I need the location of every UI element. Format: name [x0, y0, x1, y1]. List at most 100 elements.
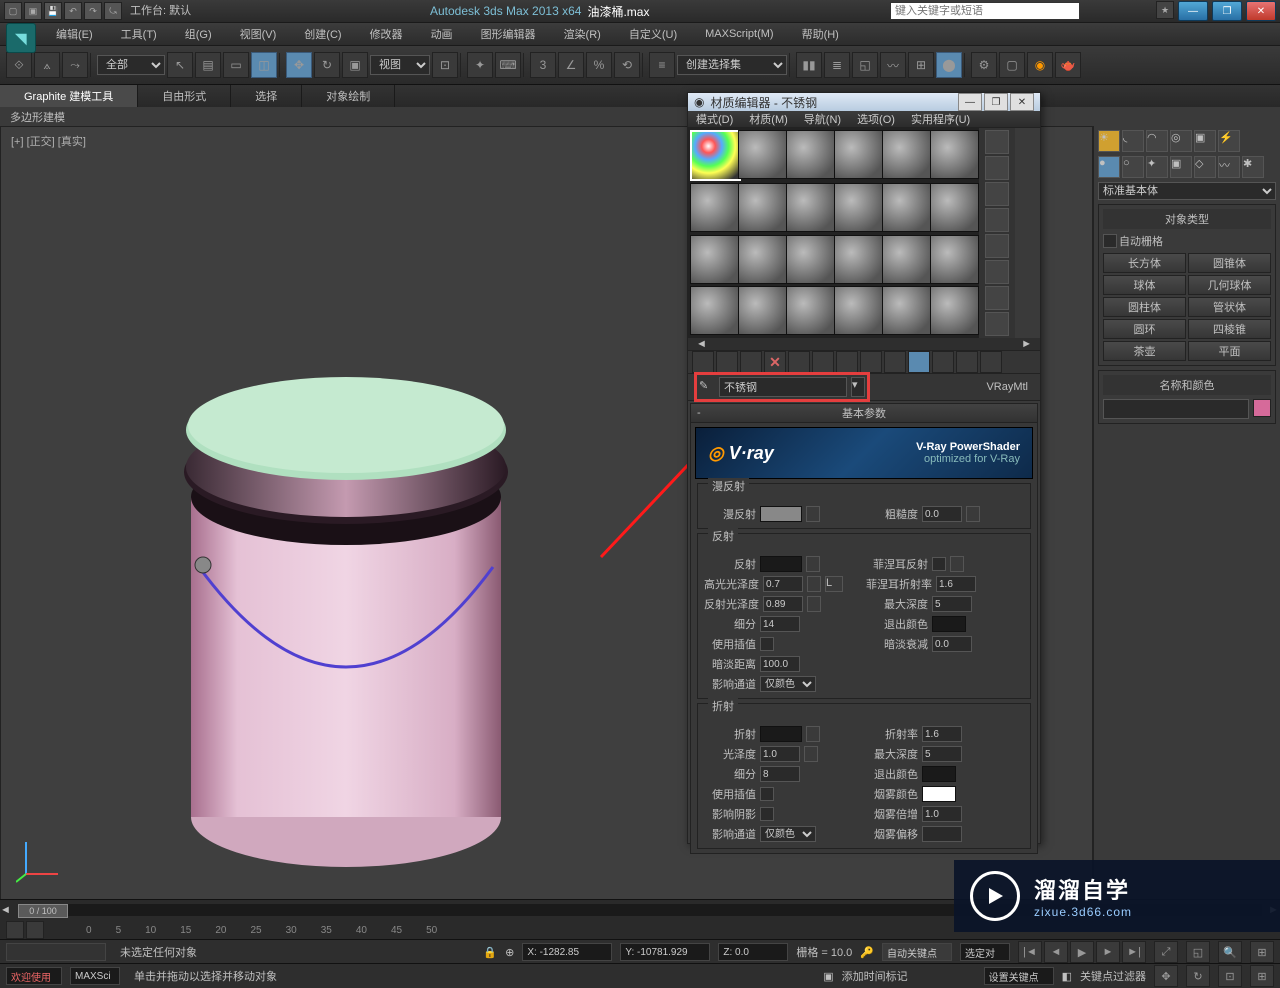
material-slot[interactable]: [690, 286, 739, 335]
link-icon[interactable]: ⤿: [104, 2, 122, 20]
dim-spinner[interactable]: 100.0: [760, 656, 800, 672]
refl-interp-checkbox[interactable]: [760, 637, 774, 651]
material-slot[interactable]: [834, 183, 883, 232]
diffuse-swatch[interactable]: [760, 506, 802, 522]
reset-material-icon[interactable]: ✕: [764, 351, 786, 373]
material-slot[interactable]: [834, 286, 883, 335]
hierarchy-tab-icon[interactable]: ◠: [1146, 130, 1168, 152]
editnamedselset[interactable]: ≡: [649, 52, 675, 78]
coord-y[interactable]: Y: -10781.929: [620, 943, 710, 961]
coord-z[interactable]: Z: 0.0: [718, 943, 788, 961]
assign-material-icon[interactable]: [740, 351, 762, 373]
menu-tools[interactable]: 工具(T): [107, 26, 171, 42]
material-name-input[interactable]: [719, 377, 847, 397]
diffuse-map-button[interactable]: [806, 506, 820, 522]
prev-frame[interactable]: ◄: [1044, 941, 1068, 963]
snap-spinner[interactable]: ⟲: [614, 52, 640, 78]
spacewarps-icon[interactable]: 〰: [1218, 156, 1240, 178]
slot-nav-next[interactable]: ►: [1021, 338, 1032, 350]
make-copy-icon[interactable]: [788, 351, 810, 373]
dimfalloff-spinner[interactable]: 0.0: [932, 636, 972, 652]
bind-tool[interactable]: ⤳: [62, 52, 88, 78]
cone-button[interactable]: 圆锥体: [1188, 253, 1271, 273]
fogbias-spinner[interactable]: [922, 826, 962, 842]
render-frame[interactable]: ▢: [999, 52, 1025, 78]
material-slot[interactable]: [930, 130, 979, 179]
material-slot[interactable]: [738, 286, 787, 335]
menu-edit[interactable]: 编辑(E): [42, 26, 107, 42]
refract-swatch[interactable]: [760, 726, 802, 742]
menu-maxscript[interactable]: MAXScript(M): [691, 28, 787, 40]
go-forward-icon[interactable]: [956, 351, 978, 373]
teapot-icon[interactable]: 🫖: [1055, 52, 1081, 78]
refr-interp-checkbox[interactable]: [760, 787, 774, 801]
teapot-button[interactable]: 茶壶: [1103, 341, 1186, 361]
material-slot[interactable]: [882, 235, 931, 284]
go-parent-icon[interactable]: [932, 351, 954, 373]
material-slot[interactable]: [786, 235, 835, 284]
render-setup[interactable]: ⚙: [971, 52, 997, 78]
keyboard-shortcut[interactable]: ⌨: [495, 52, 521, 78]
viewport-nav-2[interactable]: ◱: [1186, 941, 1210, 963]
menu-create[interactable]: 创建(C): [290, 26, 355, 42]
cylinder-button[interactable]: 圆柱体: [1103, 297, 1186, 317]
material-slot[interactable]: [690, 235, 739, 284]
reflect-swatch[interactable]: [760, 556, 802, 572]
material-editor-button[interactable]: ⬤: [936, 52, 962, 78]
ref-coord[interactable]: 视图: [370, 55, 430, 75]
lights-icon[interactable]: ✦: [1146, 156, 1168, 178]
window-crossing[interactable]: ◫: [251, 52, 277, 78]
snap-angle[interactable]: ∠: [558, 52, 584, 78]
open-icon[interactable]: ▣: [24, 2, 42, 20]
shapes-icon[interactable]: ○: [1122, 156, 1144, 178]
sample-type-icon[interactable]: [985, 130, 1009, 154]
undo-icon[interactable]: ↶: [64, 2, 82, 20]
material-name-dropdown[interactable]: ▾: [851, 377, 865, 397]
refr-exit-swatch[interactable]: [922, 766, 956, 782]
material-slot[interactable]: [786, 183, 835, 232]
object-color-swatch[interactable]: [1253, 399, 1271, 417]
display-tab-icon[interactable]: ▣: [1194, 130, 1216, 152]
geometry-icon[interactable]: ●: [1098, 156, 1120, 178]
add-timemark[interactable]: 添加时间标记: [842, 968, 908, 984]
refr-affect-select[interactable]: 仅颜色: [760, 826, 816, 842]
fresnel-checkbox[interactable]: [932, 557, 946, 571]
tab-freeform[interactable]: 自由形式: [138, 85, 231, 107]
search-input[interactable]: [890, 2, 1080, 20]
mat-menu-modes[interactable]: 模式(D): [688, 111, 741, 127]
polymodel-label[interactable]: 多边形建模: [10, 109, 65, 125]
ior-spinner[interactable]: 1.6: [922, 726, 962, 742]
background-icon[interactable]: [985, 182, 1009, 206]
menu-rendering[interactable]: 渲染(R): [550, 26, 615, 42]
roughness-spinner[interactable]: 0.0: [922, 506, 962, 522]
get-material-icon[interactable]: [692, 351, 714, 373]
material-slot[interactable]: [882, 286, 931, 335]
reflgloss-spinner[interactable]: 0.89: [763, 596, 803, 612]
rotate-tool[interactable]: ↻: [314, 52, 340, 78]
select-object[interactable]: ↖: [167, 52, 193, 78]
maxscript-label[interactable]: MAXSci: [70, 967, 120, 985]
move-tool[interactable]: ✥: [286, 52, 312, 78]
mat-minimize[interactable]: —: [958, 93, 982, 111]
refl-exit-swatch[interactable]: [932, 616, 966, 632]
select-name[interactable]: ▤: [195, 52, 221, 78]
material-slot-1[interactable]: [690, 130, 741, 181]
material-slot[interactable]: [786, 286, 835, 335]
scale-tool[interactable]: ▣: [342, 52, 368, 78]
app-logo[interactable]: ◥: [6, 23, 36, 53]
tab-graphite[interactable]: Graphite 建模工具: [0, 85, 138, 107]
snap-3d[interactable]: 3: [530, 52, 556, 78]
eyedropper-icon[interactable]: ✎: [699, 379, 715, 395]
fog-swatch[interactable]: [922, 786, 956, 802]
menu-animation[interactable]: 动画: [417, 26, 467, 42]
select-region[interactable]: ▭: [223, 52, 249, 78]
refl-maxdepth-spinner[interactable]: 5: [932, 596, 972, 612]
show-end-result-icon[interactable]: [908, 351, 930, 373]
geosphere-button[interactable]: 几何球体: [1188, 275, 1271, 295]
menu-views[interactable]: 视图(V): [226, 26, 291, 42]
viewport-nav-8[interactable]: ⊞: [1250, 965, 1274, 987]
maximize-button[interactable]: ❐: [1212, 1, 1242, 21]
put-to-scene-icon[interactable]: [716, 351, 738, 373]
new-icon[interactable]: ▢: [4, 2, 22, 20]
options-icon[interactable]: [985, 286, 1009, 310]
